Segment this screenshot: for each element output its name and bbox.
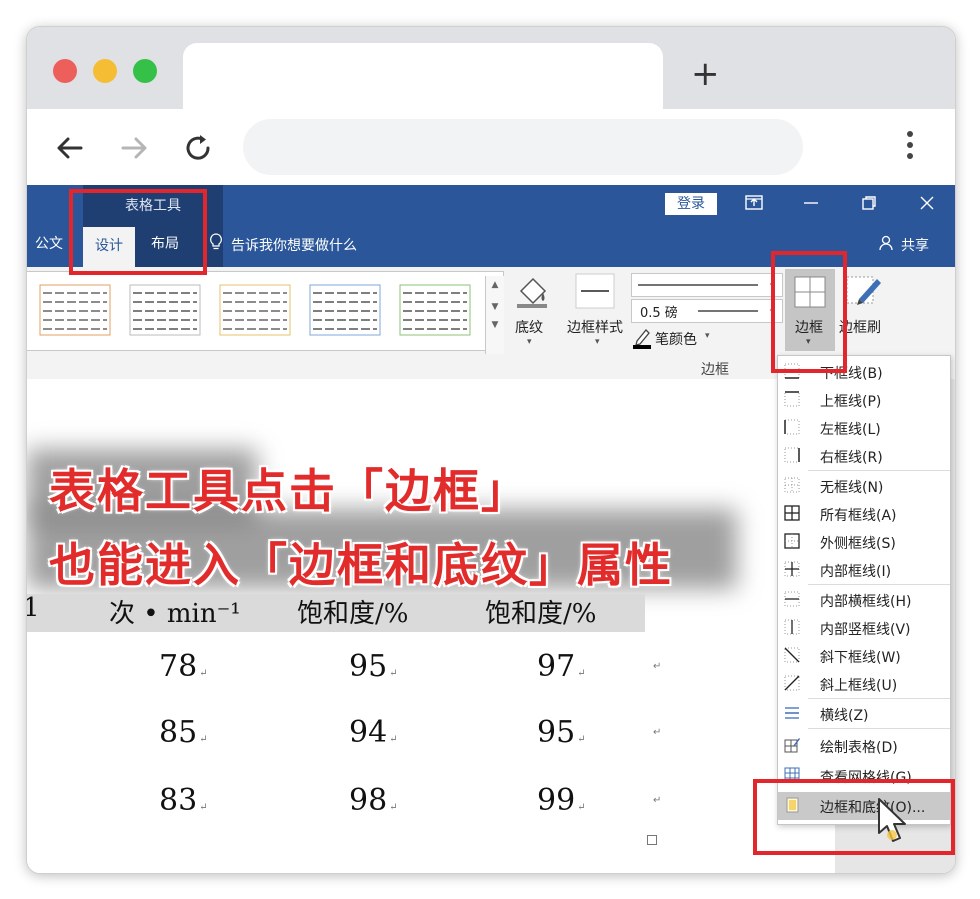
highlight-borders-and-shading (753, 779, 955, 855)
browser-tab[interactable] (183, 43, 663, 113)
shading-bucket-icon (517, 277, 547, 308)
menu-item-diagonal-down[interactable]: 斜下框线(W) (778, 642, 950, 670)
pen-weight-dropdown[interactable]: 0.5 磅 ▾ (631, 299, 783, 323)
pen-style-dropdown[interactable]: ▾ (631, 273, 783, 297)
diagonal-up-border-icon (784, 675, 800, 691)
table-style-2[interactable] (129, 284, 201, 336)
all-borders-icon (784, 505, 800, 521)
border-styles-icon (575, 273, 615, 309)
restore-icon[interactable] (861, 195, 877, 211)
pen-color-button[interactable]: 笔颜色 (655, 329, 697, 349)
browser-toolbar (27, 109, 955, 185)
table-header-cell-2: 饱和度/% (297, 599, 409, 629)
browser-window: + 表格工具 登录 公文 设计 布局 告诉我你想要做什么 共享 ▲ ▼ ▼ 底纹… (26, 26, 956, 874)
login-button[interactable]: 登录 (665, 193, 717, 215)
table-cell: 85 ↵ (159, 715, 208, 750)
table-style-1[interactable] (39, 284, 111, 336)
inside-borders-icon (784, 561, 800, 577)
menu-separator (808, 698, 950, 699)
right-border-icon (784, 447, 800, 463)
menu-item-inside-borders[interactable]: 内部框线(I) (778, 556, 950, 584)
pen-color-dropdown-arrow[interactable]: ▾ (705, 331, 710, 341)
menu-item-horizontal-line[interactable]: 横线(Z) (778, 700, 950, 728)
menu-separator (808, 584, 950, 585)
menu-item-top-border[interactable]: 上框线(P) (778, 386, 950, 414)
ribbon-display-icon[interactable] (745, 195, 763, 211)
inside-vertical-border-icon (784, 619, 800, 635)
reload-icon[interactable] (181, 131, 215, 165)
table-cell: 94 ↵ (349, 715, 398, 750)
left-border-icon (784, 419, 800, 435)
overlay-caption-line2: 也能进入「边框和底纹」属性 (49, 538, 673, 592)
border-styles-button[interactable]: 边框样式 (567, 317, 623, 337)
draw-table-icon (784, 738, 800, 753)
inside-horizontal-border-icon (784, 591, 800, 607)
row-end-mark: ↵ (653, 661, 662, 672)
border-painter-icon (846, 276, 881, 305)
menu-item-draw-table[interactable]: 绘制表格(D) (778, 732, 950, 760)
table-header-cell-3: 饱和度/% (485, 599, 597, 629)
gallery-scroll[interactable]: ▲ ▼ ▼ (485, 276, 504, 354)
menu-separator (808, 728, 950, 729)
shading-button[interactable]: 底纹 (515, 317, 543, 337)
lightbulb-icon (210, 233, 222, 250)
minimize-icon[interactable] (803, 201, 819, 205)
table-cell: 95 ↵ (537, 715, 586, 750)
top-border-icon (784, 391, 800, 407)
pen-color-icon (633, 329, 651, 349)
row-end-mark: ↵ (653, 795, 662, 806)
shading-dropdown-arrow[interactable]: ▾ (527, 337, 532, 347)
table-styles-gallery[interactable]: ▲ ▼ ▼ (27, 271, 504, 354)
diagonal-down-border-icon (784, 647, 800, 663)
menu-item-left-border[interactable]: 左框线(L) (778, 414, 950, 442)
close-icon[interactable] (919, 195, 935, 211)
close-window-button[interactable] (53, 59, 77, 83)
share-button[interactable]: 共享 (901, 235, 929, 255)
tab-gongwen[interactable]: 公文 (35, 233, 63, 253)
menu-item-inside-vertical[interactable]: 内部竖框线(V) (778, 614, 950, 642)
table-cell: 83 ↵ (159, 783, 208, 818)
person-icon (879, 235, 893, 251)
minimize-window-button[interactable] (93, 59, 117, 83)
back-arrow-icon[interactable] (53, 131, 87, 165)
menu-item-diagonal-up[interactable]: 斜上框线(U) (778, 670, 950, 698)
pen-weight-value: 0.5 磅 (640, 306, 678, 321)
row-end-mark: ↵ (653, 727, 662, 738)
table-style-4[interactable] (309, 284, 381, 336)
maximize-window-button[interactable] (133, 59, 157, 83)
table-style-5[interactable] (399, 284, 471, 336)
horizontal-line-icon (785, 707, 799, 719)
menu-item-inside-horizontal[interactable]: 内部横框线(H) (778, 586, 950, 614)
browser-menu-icon[interactable] (907, 131, 913, 164)
menu-item-no-border[interactable]: 无框线(N) (778, 472, 950, 500)
table-cell: 98 ↵ (349, 783, 398, 818)
table-header-fragment: 1 (27, 593, 40, 623)
address-bar[interactable] (243, 119, 803, 175)
menu-item-all-borders[interactable]: 所有框线(A) (778, 500, 950, 528)
menu-item-outside-borders[interactable]: 外侧框线(S) (778, 528, 950, 556)
outside-borders-icon (784, 533, 800, 549)
borders-group-label: 边框 (701, 362, 729, 378)
table-style-3[interactable] (219, 284, 291, 336)
overlay-caption-line1: 表格工具点击「边框」 (49, 464, 529, 518)
menu-separator (808, 470, 950, 471)
menu-item-right-border[interactable]: 右框线(R) (778, 442, 950, 470)
highlight-borders-button (771, 251, 847, 373)
no-border-icon (784, 477, 800, 493)
new-tab-button[interactable]: + (691, 57, 720, 91)
browser-tab-strip: + (27, 27, 955, 113)
borders-dropdown-menu: 下框线(B) 上框线(P) 左框线(L) 右框线(R) 无框线(N) 所有框线(… (777, 355, 951, 825)
highlight-table-tools (69, 189, 207, 275)
table-cell: 95 ↵ (349, 649, 398, 684)
table-cell: 97 ↵ (537, 649, 586, 684)
forward-arrow-icon[interactable] (117, 131, 151, 165)
tell-me-box[interactable]: 告诉我你想要做什么 (231, 235, 357, 255)
table-header-cell-1: 次 • min⁻¹ (109, 599, 241, 629)
border-styles-dropdown-arrow[interactable]: ▾ (595, 337, 600, 347)
table-cell: 99 ↵ (537, 783, 586, 818)
table-resize-handle[interactable] (647, 835, 657, 845)
table-cell: 78 ↵ (159, 649, 208, 684)
